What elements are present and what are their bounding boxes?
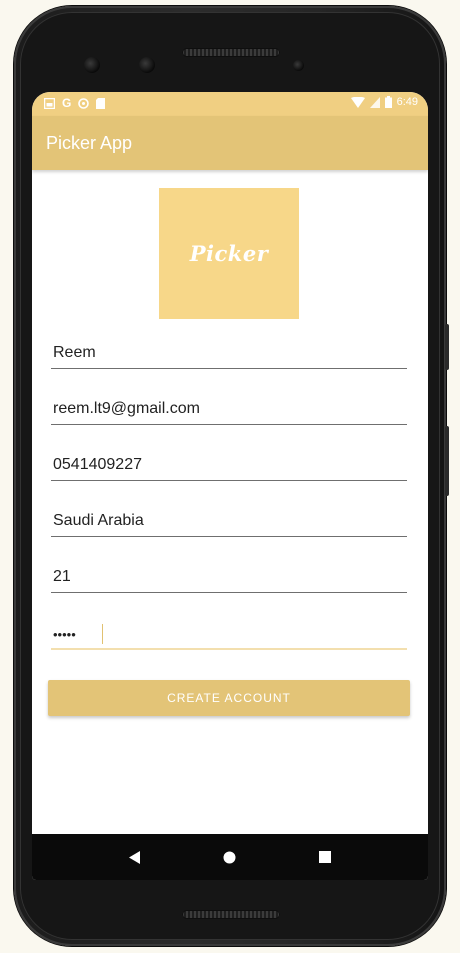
proximity-sensor-icon (293, 60, 304, 71)
wifi-icon (350, 96, 365, 108)
app-title: Picker App (46, 133, 133, 153)
picker-logo: Picker (159, 188, 299, 319)
create-account-button[interactable]: CREATE ACCOUNT (48, 680, 410, 716)
signal-icon (369, 96, 380, 108)
sd-card-icon (96, 97, 106, 109)
battery-icon (384, 96, 392, 108)
settings-icon (78, 97, 90, 109)
name-field[interactable]: Reem (51, 334, 407, 369)
back-icon (128, 850, 140, 864)
phone-value: 0541409227 (53, 456, 142, 473)
system-icons: 6:49 (350, 96, 418, 108)
recents-icon (319, 851, 332, 863)
power-button (445, 324, 449, 370)
phone-field[interactable]: 0541409227 (51, 446, 407, 481)
email-value: reem.lt9@gmail.com (53, 400, 200, 417)
recents-button[interactable] (310, 842, 340, 872)
email-field[interactable]: reem.lt9@gmail.com (51, 390, 407, 425)
home-button[interactable] (215, 842, 245, 872)
logo-text: Picker (189, 241, 269, 266)
device-screen: G 6:49 Picker App Picker Reem reem.lt9@g… (32, 92, 428, 880)
google-g-icon: G (62, 96, 72, 110)
age-value: 21 (53, 568, 71, 585)
bottom-speaker-grill (182, 910, 280, 919)
home-icon (223, 851, 236, 863)
status-time: 6:49 (396, 96, 418, 108)
age-field[interactable]: 21 (51, 558, 407, 593)
top-speaker-grill (182, 48, 280, 57)
volume-button (445, 426, 449, 496)
front-sensor-icon (84, 57, 100, 73)
front-camera-icon (139, 57, 155, 73)
name-value: Reem (53, 344, 96, 361)
app-bar: Picker App (32, 116, 428, 170)
country-field[interactable]: Saudi Arabia (51, 502, 407, 537)
image-icon (44, 97, 55, 109)
system-navigation-bar (32, 834, 428, 880)
page: G 6:49 Picker App Picker Reem reem.lt9@g… (0, 0, 460, 953)
status-bar: G 6:49 (32, 92, 428, 116)
password-value: ••••• (53, 627, 76, 642)
password-field[interactable]: ••••• (51, 614, 407, 650)
notification-icons: G (44, 96, 106, 110)
back-button[interactable] (120, 842, 150, 872)
text-cursor (102, 624, 103, 644)
country-value: Saudi Arabia (53, 512, 144, 529)
